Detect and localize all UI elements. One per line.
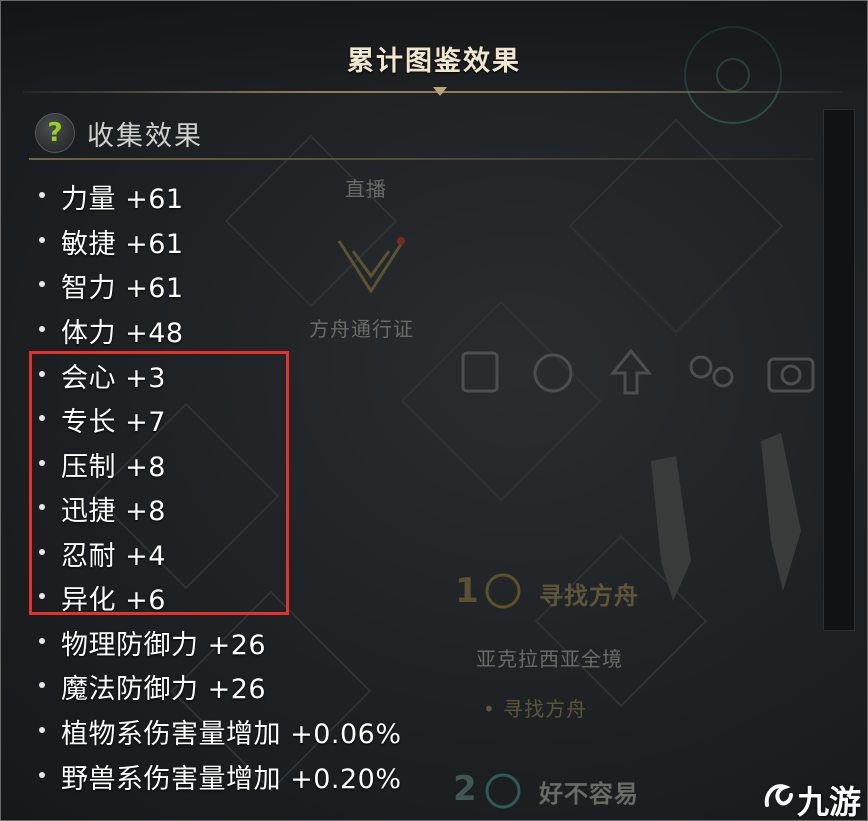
stat-label: 力量 +61 [61, 184, 184, 215]
window-title: 累计图鉴效果 [347, 46, 521, 77]
bg-quest-title-2: 好不容易 [539, 780, 639, 808]
bullet-icon [39, 192, 45, 198]
bullet-icon [39, 727, 45, 733]
bullet-icon [39, 237, 45, 243]
bg-live-label: 直播 [345, 177, 387, 201]
bg-quest-number-2: 2 [453, 769, 478, 809]
watermark-text: 九游 [797, 783, 862, 821]
stat-label: 植物系伤害量增加 +0.06% [61, 719, 402, 750]
bg-quest-number-1: 1 [455, 571, 480, 611]
highlight-annotation-box [29, 351, 289, 615]
stat-label: 魔法防御力 +26 [61, 674, 267, 705]
stat-label: 野兽系伤害量增加 +0.20% [61, 764, 402, 795]
stat-label: 物理防御力 +26 [61, 630, 267, 661]
pass-emblem [337, 240, 405, 294]
toolbar-icons [461, 348, 815, 395]
bg-quest-title-1: 寻找方舟 [539, 582, 639, 610]
stat-label: 智力 +61 [61, 273, 184, 304]
bullet-icon [39, 281, 45, 287]
bullet-icon [39, 682, 45, 688]
help-icon[interactable]: ? [35, 113, 75, 153]
collection-effect-window: 直播 方舟通行证 1 寻找方舟 亚克拉西亚全境 • 寻找方舟 2 好不容易 累计… [0, 0, 868, 821]
bullet-icon [39, 772, 45, 778]
bg-pass-label: 方舟通行证 [309, 317, 414, 341]
scrollbar[interactable] [823, 109, 855, 631]
bullet-icon [39, 326, 45, 332]
bg-quest-region: 亚克拉西亚全境 [476, 647, 623, 671]
bullet-icon [39, 638, 45, 644]
bg-quest-sub: • 寻找方舟 [483, 697, 588, 721]
section-divider [29, 158, 815, 160]
section-title: 收集效果 [87, 121, 203, 152]
jiuyou-logo-icon [764, 784, 793, 807]
title-notch-ornament [433, 87, 447, 96]
stat-label: 体力 +48 [61, 318, 184, 349]
stat-label: 敏捷 +61 [61, 229, 184, 260]
sword-ornament [651, 433, 801, 601]
